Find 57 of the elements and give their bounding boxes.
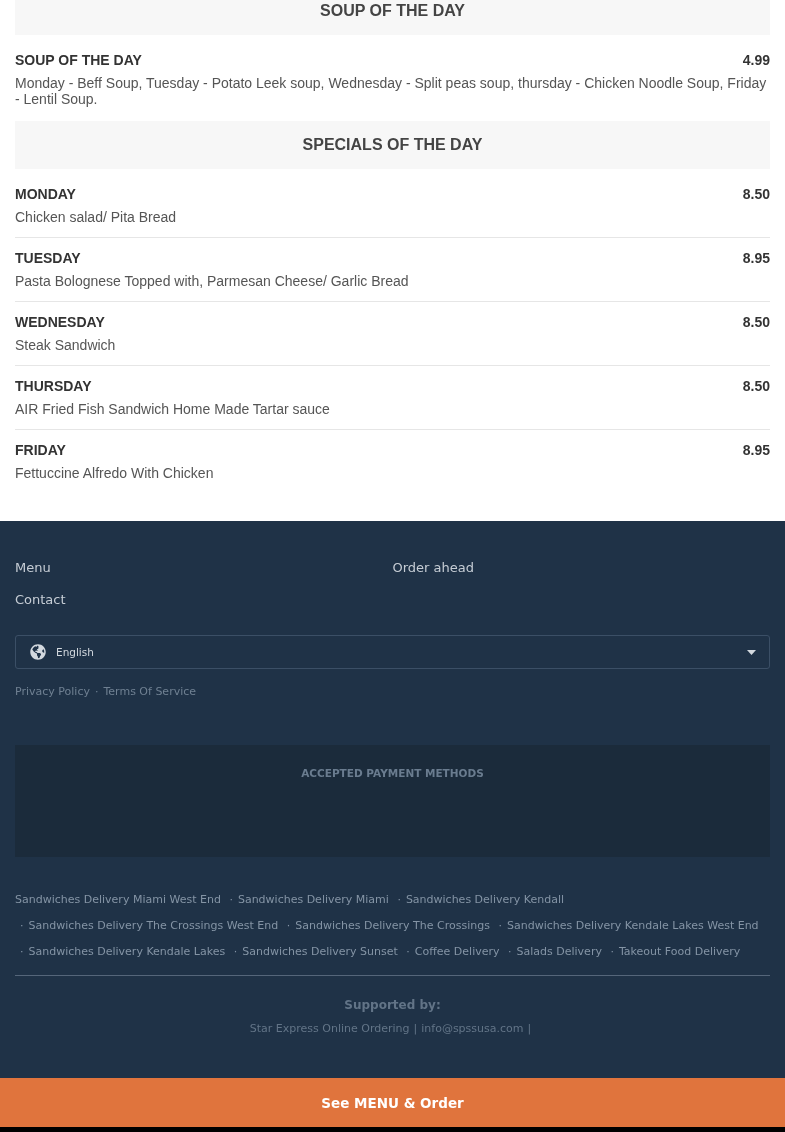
location-link[interactable]: Coffee Delivery — [414, 945, 500, 958]
dot-separator: · — [20, 945, 24, 958]
dot-separator: · — [229, 893, 233, 906]
item-description: Pasta Bolognese Topped with, Parmesan Cheese/ Garlic Bread — [15, 273, 410, 289]
location-link[interactable]: Sandwiches Delivery Kendale Lakes — [28, 945, 226, 958]
item-name: FRIDAY — [15, 442, 66, 459]
dot-separator: · — [397, 893, 401, 906]
nav-link[interactable]: Contact — [15, 591, 66, 609]
location-link[interactable]: Sandwiches Delivery The Crossings — [295, 919, 490, 932]
item-price: 8.50 — [742, 378, 770, 395]
dot-separator: · — [498, 919, 502, 932]
item-price: 4.99 — [742, 52, 770, 69]
supported-by-title: Supported by: — [343, 997, 442, 1014]
item-price: 8.95 — [742, 442, 770, 459]
supporter-link[interactable]: info@spssusa.com — [421, 1022, 524, 1035]
pipe-separator: | — [527, 1022, 532, 1035]
dot-separator: · — [610, 945, 614, 958]
dot-separator: · — [94, 685, 99, 698]
dot-separator: · — [286, 919, 291, 932]
item-price: 8.50 — [742, 186, 770, 203]
item-price: 8.50 — [742, 314, 770, 331]
dot-separator: · — [20, 919, 24, 932]
section-heading: SPECIALS OF THE DAY — [15, 121, 770, 169]
legal-link[interactable]: Privacy Policy — [15, 685, 90, 698]
item-description: AIR Fried Fish Sandwich Home Made Tartar sauce — [15, 401, 331, 417]
legal-link[interactable]: Terms Of Service — [103, 685, 197, 698]
dot-separator: · — [406, 945, 410, 958]
caret-icon — [747, 649, 756, 655]
language-select[interactable]: English — [15, 635, 770, 669]
item-price: 8.95 — [742, 250, 770, 267]
item-name: SOUP OF THE DAY — [15, 52, 142, 69]
location-link[interactable]: Sandwiches Delivery The Crossings West End — [28, 919, 279, 932]
supporter-link[interactable]: Star Express Online Ordering — [249, 1022, 410, 1035]
section-heading: SOUP OF THE DAY — [15, 0, 770, 35]
pipe-separator: | — [413, 1022, 418, 1035]
location-link[interactable]: Salads Delivery — [516, 945, 602, 958]
item-name: THURSDAY — [15, 378, 92, 395]
location-link[interactable]: Sandwiches Delivery Sunset — [242, 945, 398, 958]
nav-link[interactable]: Menu — [15, 559, 51, 577]
item-name: WEDNESDAY — [15, 314, 105, 331]
location-link[interactable]: Takeout Food Delivery — [618, 945, 741, 958]
location-link[interactable]: Sandwiches Delivery Kendale Lakes West End — [506, 919, 759, 932]
globe-icon — [30, 644, 46, 660]
item-name: MONDAY — [15, 186, 76, 203]
panel-title: ACCEPTED PAYMENT METHODS — [301, 766, 484, 781]
item-description: Chicken salad/ Pita Bread — [15, 209, 178, 225]
location-link[interactable]: Sandwiches Delivery Kendall — [405, 893, 565, 906]
dot-separator: · — [233, 945, 238, 958]
nav-link[interactable]: Order ahead — [392, 559, 474, 577]
location-link[interactable]: Sandwiches Delivery Miami — [237, 893, 389, 906]
item-description: Monday - Beff Soup, Tuesday - Potato Leek soup, Wednesday - Split peas soup, thursday - Chicken Noodle Soup, Friday - Lentil Soup. — [15, 75, 768, 107]
item-description: Fettuccine Alfredo With Chicken — [15, 465, 215, 481]
location-link[interactable]: Sandwiches Delivery Miami West End — [15, 893, 221, 906]
item-name: TUESDAY — [15, 250, 81, 267]
dot-separator: · — [508, 945, 512, 958]
item-description: Steak Sandwich — [15, 337, 117, 353]
order-button[interactable]: See MENU & Order — [0, 1078, 785, 1127]
